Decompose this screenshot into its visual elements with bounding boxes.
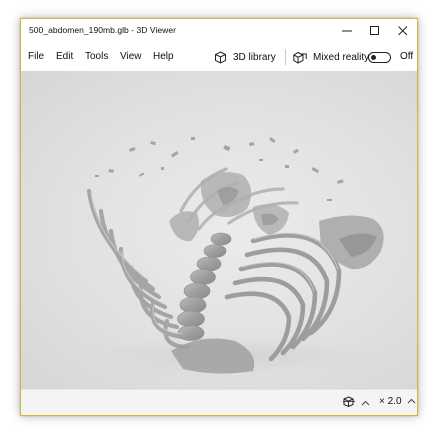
cube-view-icon (343, 396, 356, 411)
window-title: 500_abdomen_190mb.glb - 3D Viewer (29, 25, 177, 35)
chevron-up-icon (407, 396, 416, 407)
3d-library-button[interactable]: 3D library (214, 46, 276, 68)
toolbar-divider (285, 49, 286, 65)
3d-library-label: 3D library (233, 51, 276, 63)
view-options-button[interactable] (343, 396, 370, 411)
maximize-icon (370, 26, 379, 35)
3d-viewport[interactable] (21, 71, 417, 389)
zoom-control[interactable]: × 2.0 (379, 396, 416, 407)
menu-edit[interactable]: Edit (56, 51, 73, 62)
menu-bar: File Edit Tools View Help 3D library Mix… (21, 43, 417, 71)
close-button[interactable] (389, 19, 417, 43)
abdomen-model[interactable] (21, 71, 417, 389)
mixed-reality-button[interactable]: Mixed reality (293, 46, 369, 68)
menu-file[interactable]: File (28, 51, 44, 62)
minimize-icon (342, 30, 352, 32)
zoom-level: × 2.0 (379, 396, 402, 407)
minimize-button[interactable] (333, 19, 361, 43)
menu-tools[interactable]: Tools (85, 51, 108, 62)
title-bar[interactable]: 500_abdomen_190mb.glb - 3D Viewer (21, 19, 417, 43)
status-bar: × 2.0 (21, 389, 417, 415)
menu-view[interactable]: View (120, 51, 142, 62)
maximize-button[interactable] (361, 19, 389, 43)
mixed-reality-toggle[interactable] (368, 52, 391, 63)
mixed-reality-icon (293, 51, 307, 64)
close-icon (398, 26, 408, 36)
toggle-knob (371, 54, 376, 60)
mixed-reality-label: Mixed reality (313, 51, 370, 63)
chevron-up-icon (361, 398, 370, 409)
app-window: 500_abdomen_190mb.glb - 3D Viewer File E… (20, 18, 418, 416)
menu-help[interactable]: Help (153, 51, 174, 62)
mixed-reality-state: Off (400, 51, 414, 62)
cube-library-icon (214, 50, 227, 64)
